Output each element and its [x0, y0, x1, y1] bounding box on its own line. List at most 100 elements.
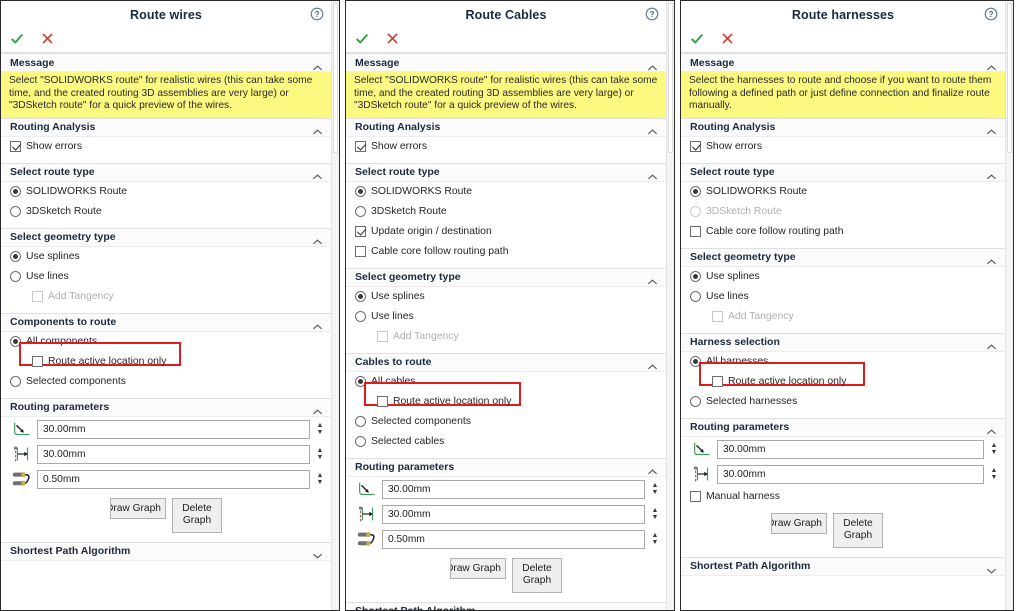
radio-row-geometry-0[interactable]: Use splines	[1, 247, 331, 267]
radio-row-selection-1[interactable]: Selected components	[1, 372, 331, 392]
checkbox-show-errors[interactable]	[355, 141, 366, 153]
stepper-down-icon[interactable]: ▼	[991, 449, 998, 456]
chevron-down-icon[interactable]	[647, 607, 658, 610]
delete-graph-button[interactable]: Delete Graph	[172, 497, 222, 533]
radio-selection-0[interactable]	[690, 356, 701, 368]
chevron-up-icon[interactable]	[647, 273, 658, 285]
checkbox-update-origin-destination[interactable]	[355, 226, 366, 238]
checkbox-row-show-errors[interactable]: Show errors	[1, 137, 331, 157]
radio-geometry-1[interactable]	[10, 271, 21, 283]
checkbox-add-tangency[interactable]	[377, 331, 388, 343]
chevron-up-icon[interactable]	[647, 59, 658, 70]
stepper-up-icon[interactable]: ▲	[991, 442, 998, 449]
stepper-0[interactable]: ▲ ▼	[988, 440, 1000, 459]
chevron-up-icon[interactable]	[647, 168, 658, 180]
checkbox-route-active-location-only[interactable]	[377, 396, 388, 408]
confirm-button[interactable]	[10, 32, 24, 49]
draw-graph-button[interactable]: Draw Graph	[771, 512, 827, 534]
chevron-up-icon[interactable]	[986, 123, 997, 135]
checkbox-show-errors[interactable]	[10, 141, 21, 153]
chevron-up-icon[interactable]	[647, 358, 658, 370]
radio-route-type-0[interactable]	[690, 186, 701, 198]
section-selection[interactable]: Harness selection	[681, 332, 1005, 352]
section-shortest-path[interactable]: Shortest Path Algorithm	[1, 541, 331, 561]
checkbox-add-tangency[interactable]	[712, 311, 723, 323]
radio-row-selection-0[interactable]: All harnesses	[681, 352, 1005, 372]
panel-scrollbar[interactable]	[331, 1, 339, 610]
checkbox-row-show-errors[interactable]: Show errors	[681, 137, 1005, 157]
scrollbar-thumb[interactable]	[1007, 3, 1012, 153]
stepper-up-icon[interactable]: ▲	[991, 467, 998, 474]
checkbox-manual-harness[interactable]	[690, 491, 701, 503]
section-routing-analysis[interactable]: Routing Analysis	[1, 117, 331, 137]
chevron-up-icon[interactable]	[986, 168, 997, 180]
param-input-0[interactable]: 30.00mm	[37, 419, 310, 439]
help-icon[interactable]: ?	[645, 7, 659, 21]
radio-row-selection-0[interactable]: All components	[1, 332, 331, 352]
checkbox-add-tangency[interactable]	[32, 291, 43, 303]
confirm-button[interactable]	[690, 32, 704, 49]
section-routing-parameters[interactable]: Routing parameters	[1, 397, 331, 417]
chevron-up-icon[interactable]	[986, 338, 997, 350]
radio-selection-0[interactable]	[355, 376, 366, 388]
section-select-route-type[interactable]: Select route type	[681, 162, 1005, 182]
radio-route-type-0[interactable]	[10, 186, 21, 198]
stepper-up-icon[interactable]: ▲	[317, 422, 324, 429]
section-routing-parameters[interactable]: Routing parameters	[346, 457, 666, 477]
chevron-up-icon[interactable]	[312, 233, 323, 245]
radio-route-type-1[interactable]	[690, 206, 701, 218]
section-selection[interactable]: Cables to route	[346, 352, 666, 372]
checkbox-row-update-origin-destination[interactable]: Update origin / destination	[346, 222, 666, 242]
chevron-up-icon[interactable]	[647, 463, 658, 475]
checkbox-row-add-tangency[interactable]: Add Tangency	[1, 287, 331, 307]
checkbox-cable-core-follow[interactable]	[690, 226, 701, 238]
radio-selection-1[interactable]	[690, 396, 701, 408]
radio-row-route-type-0[interactable]: SOLIDWORKS Route	[1, 182, 331, 202]
stepper-2[interactable]: ▲ ▼	[314, 470, 326, 489]
section-selection[interactable]: Components to route	[1, 312, 331, 332]
section-message[interactable]: Message	[681, 53, 1005, 72]
stepper-down-icon[interactable]: ▼	[991, 474, 998, 481]
stepper-up-icon[interactable]: ▲	[652, 507, 659, 514]
section-select-geometry-type[interactable]: Select geometry type	[346, 267, 666, 287]
radio-row-geometry-1[interactable]: Use lines	[1, 267, 331, 287]
param-input-0[interactable]: 30.00mm	[382, 479, 645, 499]
checkbox-row-route-active-location-only[interactable]: Route active location only	[681, 372, 1005, 392]
stepper-up-icon[interactable]: ▲	[652, 482, 659, 489]
radio-geometry-0[interactable]	[10, 251, 21, 263]
confirm-button[interactable]	[355, 32, 369, 49]
chevron-up-icon[interactable]	[312, 123, 323, 135]
section-select-geometry-type[interactable]: Select geometry type	[681, 247, 1005, 267]
radio-route-type-0[interactable]	[355, 186, 366, 198]
draw-graph-button[interactable]: Draw Graph	[450, 557, 506, 579]
radio-route-type-1[interactable]	[10, 206, 21, 218]
radio-row-geometry-1[interactable]: Use lines	[346, 307, 666, 327]
section-routing-analysis[interactable]: Routing Analysis	[681, 117, 1005, 137]
radio-selection-2[interactable]	[355, 436, 366, 448]
chevron-up-icon[interactable]	[312, 168, 323, 180]
radio-row-route-type-1[interactable]: 3DSketch Route	[681, 202, 1005, 222]
stepper-down-icon[interactable]: ▼	[317, 479, 324, 486]
radio-route-type-1[interactable]	[355, 206, 366, 218]
checkbox-cable-core-follow[interactable]	[355, 246, 366, 258]
radio-row-selection-1[interactable]: Selected components	[346, 412, 666, 432]
help-icon[interactable]: ?	[984, 7, 998, 21]
stepper-1[interactable]: ▲ ▼	[649, 505, 661, 524]
stepper-down-icon[interactable]: ▼	[652, 514, 659, 521]
chevron-up-icon[interactable]	[647, 123, 658, 135]
stepper-down-icon[interactable]: ▼	[652, 489, 659, 496]
stepper-down-icon[interactable]: ▼	[317, 429, 324, 436]
checkbox-show-errors[interactable]	[690, 141, 701, 153]
radio-row-route-type-1[interactable]: 3DSketch Route	[346, 202, 666, 222]
stepper-up-icon[interactable]: ▲	[317, 472, 324, 479]
radio-geometry-1[interactable]	[355, 311, 366, 323]
radio-geometry-1[interactable]	[690, 291, 701, 303]
param-input-1[interactable]: 30.00mm	[382, 504, 645, 524]
radio-selection-1[interactable]	[355, 416, 366, 428]
stepper-0[interactable]: ▲ ▼	[314, 420, 326, 439]
checkbox-row-cable-core-follow[interactable]: Cable core follow routing path	[346, 242, 666, 262]
radio-geometry-0[interactable]	[355, 291, 366, 303]
section-shortest-path[interactable]: Shortest Path Algorithm	[681, 556, 1005, 576]
panel-scrollbar[interactable]	[666, 1, 674, 610]
param-input-2[interactable]: 0.50mm	[37, 469, 310, 489]
